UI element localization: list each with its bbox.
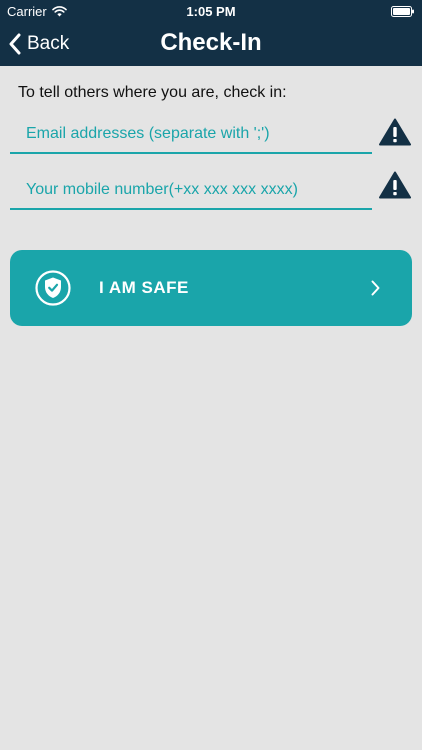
status-bar: Carrier 1:05 PM <box>0 0 422 22</box>
status-time: 1:05 PM <box>186 4 236 19</box>
i-am-safe-button[interactable]: I AM SAFE <box>10 250 412 326</box>
phone-warning-icon <box>379 171 411 199</box>
page-title: Check-In <box>160 29 262 56</box>
email-input[interactable] <box>10 116 372 152</box>
chevron-right-icon <box>371 280 380 296</box>
email-warning-icon <box>379 118 411 146</box>
instructions-text: To tell others where you are, check in: <box>18 84 287 101</box>
i-am-safe-label: I AM SAFE <box>99 278 189 297</box>
phone-field <box>10 172 372 210</box>
battery-icon <box>391 6 414 17</box>
shield-check-icon <box>35 270 71 306</box>
phone-input[interactable] <box>10 172 372 208</box>
navigation-header: Carrier 1:05 PM Back Check-In <box>0 0 422 66</box>
email-field <box>10 116 372 154</box>
